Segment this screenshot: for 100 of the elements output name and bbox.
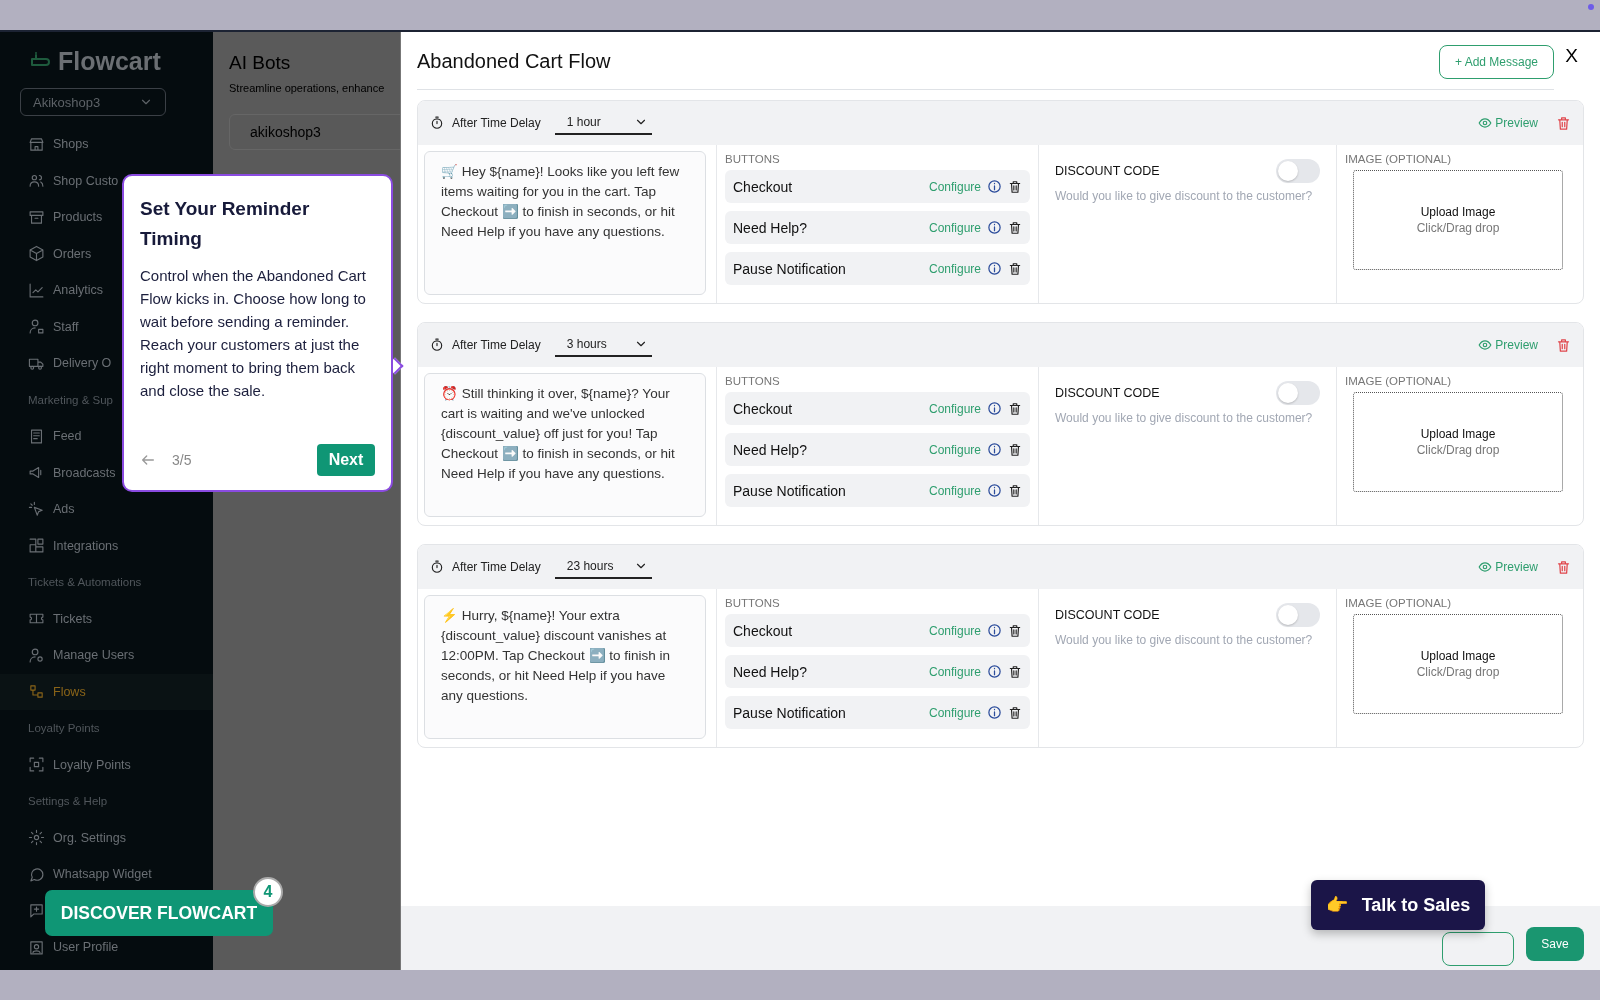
talk-to-sales-button[interactable]: 👉 Talk to Sales bbox=[1311, 880, 1485, 930]
configure-link[interactable]: Configure bbox=[928, 705, 981, 720]
button-label: Need Help? bbox=[733, 219, 808, 236]
message-field[interactable]: ⚡ Hurry, ${name}! Your extra {discount_value} discount vanishes at 12:00PM. Tap Checkout ➡ to finish in seconds, or hit Need Help if you have any questions. bbox=[424, 595, 706, 739]
preview-link[interactable]: Preview bbox=[1478, 338, 1538, 352]
delay-select[interactable]: 1 hour bbox=[554, 111, 652, 135]
discount-label: DISCOUNT CODE bbox=[1055, 386, 1160, 400]
discount-hint: Would you like to give discount to the customer? bbox=[1054, 410, 1314, 427]
upload-title: Upload Image bbox=[1420, 205, 1496, 219]
upload-hint: Click/Drag drop bbox=[1416, 221, 1500, 235]
image-label: IMAGE (OPTIONAL) bbox=[1345, 597, 1453, 609]
delay-select[interactable]: 23 hours bbox=[554, 555, 652, 579]
sidebar-item[interactable]: Orders bbox=[28, 241, 92, 266]
info-icon[interactable] bbox=[987, 442, 1002, 457]
sidebar-item[interactable]: Shop Custo bbox=[28, 168, 119, 193]
trash-icon[interactable] bbox=[1008, 179, 1022, 194]
sidebar-item[interactable]: User Profile bbox=[28, 935, 119, 960]
sidebar-item[interactable]: Manage Users bbox=[28, 643, 135, 668]
sidebar-item[interactable]: Ads bbox=[28, 497, 75, 522]
info-icon[interactable] bbox=[987, 261, 1002, 276]
outline-button[interactable] bbox=[1442, 932, 1514, 966]
configure-link[interactable]: Configure bbox=[928, 261, 981, 276]
trash-icon[interactable] bbox=[1008, 483, 1022, 498]
sidebar-item[interactable]: Shops bbox=[28, 132, 89, 157]
preview-link[interactable]: Preview bbox=[1478, 560, 1538, 574]
info-icon[interactable] bbox=[987, 483, 1002, 498]
user-search-icon bbox=[28, 646, 45, 664]
settings-icon bbox=[28, 829, 45, 847]
discount-toggle[interactable] bbox=[1276, 159, 1320, 183]
add-message-button[interactable]: + Add Message bbox=[1439, 44, 1554, 79]
delay-label: After Time Delay bbox=[452, 338, 541, 352]
search-field[interactable]: akikoshop3 bbox=[229, 114, 400, 150]
discount-toggle[interactable] bbox=[1276, 603, 1320, 627]
image-label: IMAGE (OPTIONAL) bbox=[1345, 375, 1453, 387]
tour-title: Set Your Reminder Timing bbox=[140, 197, 311, 251]
back-arrow-icon[interactable] bbox=[140, 452, 156, 468]
sidebar-item[interactable]: Feed bbox=[28, 424, 82, 449]
configure-link[interactable]: Configure bbox=[928, 483, 981, 498]
shop-icon bbox=[28, 135, 45, 153]
trash-icon[interactable] bbox=[1008, 401, 1022, 416]
user-icon bbox=[28, 318, 45, 336]
trash-icon[interactable] bbox=[1008, 220, 1022, 235]
sidebar-item[interactable]: Whatsapp Widget bbox=[28, 862, 152, 887]
configure-link[interactable]: Configure bbox=[928, 401, 981, 416]
info-icon[interactable] bbox=[987, 623, 1002, 638]
users-icon bbox=[28, 172, 45, 190]
sidebar-item[interactable]: Products bbox=[28, 205, 103, 230]
trash-icon[interactable] bbox=[1008, 442, 1022, 457]
sidebar-item[interactable]: Integrations bbox=[28, 533, 119, 558]
buttons-label: BUTTONS bbox=[725, 153, 781, 165]
trash-icon[interactable] bbox=[1008, 623, 1022, 638]
message-field[interactable]: 🛒 Hey ${name}! Looks like you left few items waiting for you in the cart. Tap Checkout ➡ to finish in seconds, or hit Need Help if you have any questions. bbox=[424, 151, 706, 295]
sidebar-item[interactable]: Loyalty Points bbox=[28, 752, 131, 777]
message-field[interactable]: ⏰ Still thinking it over, ${name}? Your cart is waiting and we've unlocked {discount_value} off just for you! Tap Checkout ➡ to finish in seconds, or hit Need Help if you have any questions. bbox=[424, 373, 706, 517]
chart-icon bbox=[28, 281, 45, 299]
info-icon[interactable] bbox=[987, 179, 1002, 194]
image-label: IMAGE (OPTIONAL) bbox=[1345, 153, 1453, 165]
button-label: Checkout bbox=[733, 622, 794, 639]
cursor-sparkle-icon bbox=[28, 500, 45, 518]
configure-link[interactable]: Configure bbox=[928, 442, 981, 457]
button-label: Pause Notification bbox=[733, 482, 847, 499]
sidebar-section-label: Tickets & Automations bbox=[28, 576, 142, 589]
eye-icon bbox=[1478, 560, 1493, 574]
trash-icon[interactable] bbox=[1008, 664, 1022, 679]
profile-icon bbox=[28, 938, 45, 956]
page-subtitle: Streamline operations, enhance bbox=[229, 82, 386, 94]
sidebar-item[interactable]: Broadcasts bbox=[28, 460, 116, 485]
button-label: Checkout bbox=[733, 178, 794, 195]
discount-toggle[interactable] bbox=[1276, 381, 1320, 405]
delay-label: After Time Delay bbox=[452, 560, 541, 574]
next-button[interactable]: Next bbox=[317, 444, 375, 476]
info-icon[interactable] bbox=[987, 401, 1002, 416]
upload-title: Upload Image bbox=[1420, 427, 1496, 441]
discount-hint: Would you like to give discount to the customer? bbox=[1054, 632, 1314, 649]
info-icon[interactable] bbox=[987, 220, 1002, 235]
modal-title: Abandoned Cart Flow bbox=[417, 50, 611, 73]
preview-link[interactable]: Preview bbox=[1478, 116, 1538, 130]
sidebar-item[interactable]: Flows bbox=[0, 673, 213, 710]
tour-step: 3/5 bbox=[172, 452, 192, 468]
shop-select[interactable]: Akikoshop3 bbox=[20, 88, 166, 116]
configure-link[interactable]: Configure bbox=[928, 623, 981, 638]
eye-icon bbox=[1478, 338, 1493, 352]
upload-hint: Click/Drag drop bbox=[1416, 665, 1500, 679]
info-icon[interactable] bbox=[987, 664, 1002, 679]
configure-link[interactable]: Configure bbox=[928, 220, 981, 235]
trash-icon[interactable] bbox=[1008, 261, 1022, 276]
configure-link[interactable]: Configure bbox=[928, 664, 981, 679]
sidebar-item[interactable]: Delivery O bbox=[28, 351, 112, 376]
delay-select[interactable]: 3 hours bbox=[554, 333, 652, 357]
chat-icon bbox=[28, 865, 45, 883]
save-button[interactable]: Save bbox=[1526, 927, 1584, 961]
sidebar-item[interactable]: Org. Settings bbox=[28, 825, 126, 850]
info-icon[interactable] bbox=[987, 705, 1002, 720]
sidebar-item[interactable]: Tickets bbox=[28, 606, 93, 631]
trash-icon[interactable] bbox=[1008, 705, 1022, 720]
sidebar-item[interactable]: Staff bbox=[28, 314, 79, 339]
sidebar-item[interactable]: Analytics bbox=[28, 278, 104, 303]
buttons-label: BUTTONS bbox=[725, 597, 781, 609]
close-button[interactable]: X bbox=[1559, 44, 1584, 68]
configure-link[interactable]: Configure bbox=[928, 179, 981, 194]
